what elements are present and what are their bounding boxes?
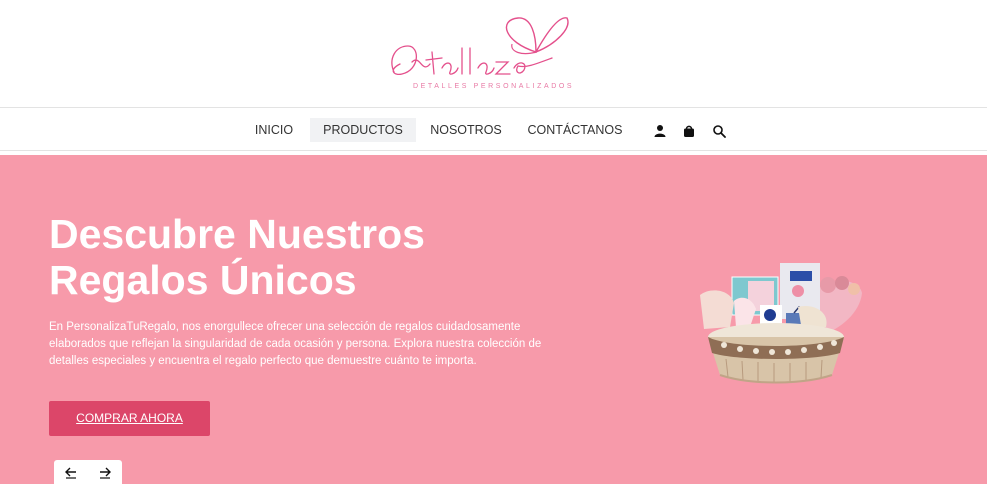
arrow-left-icon[interactable]: [64, 466, 78, 480]
hero-title-line-2: Regalos Únicos: [49, 257, 357, 303]
hero-title-line-1: Descubre Nuestros: [49, 211, 425, 257]
brand-tagline: DETALLES PERSONALIZADOS: [413, 83, 575, 90]
nav-item-contactanos[interactable]: CONTÁCTANOS: [522, 118, 628, 142]
buy-now-button[interactable]: COMPRAR AHORA: [49, 401, 210, 436]
hero-banner: Descubre Nuestros Regalos Únicos En Pers…: [0, 155, 987, 484]
logo-header: DETALLES PERSONALIZADOS: [0, 0, 987, 107]
nav-item-productos[interactable]: PRODUCTOS: [310, 118, 416, 142]
nav-item-nosotros[interactable]: NOSOTROS: [424, 118, 508, 142]
gift-basket-image: [690, 257, 870, 397]
user-icon[interactable]: [653, 124, 667, 138]
slider-controls: [54, 460, 122, 484]
search-icon[interactable]: [712, 124, 726, 138]
hero-title: Descubre Nuestros Regalos Únicos: [49, 211, 469, 303]
hero-description: En PersonalizaTuRegalo, nos enorgullece …: [49, 321, 542, 367]
brand-logo-script: [391, 17, 569, 76]
nav-item-inicio[interactable]: INICIO: [245, 118, 303, 142]
arrow-right-icon[interactable]: [98, 466, 112, 480]
main-nav: INICIO PRODUCTOS NOSOTROS CONTÁCTANOS: [0, 107, 987, 151]
brand-logo[interactable]: DETALLES PERSONALIZADOS: [386, 12, 572, 96]
shopping-bag-icon[interactable]: [682, 124, 696, 138]
